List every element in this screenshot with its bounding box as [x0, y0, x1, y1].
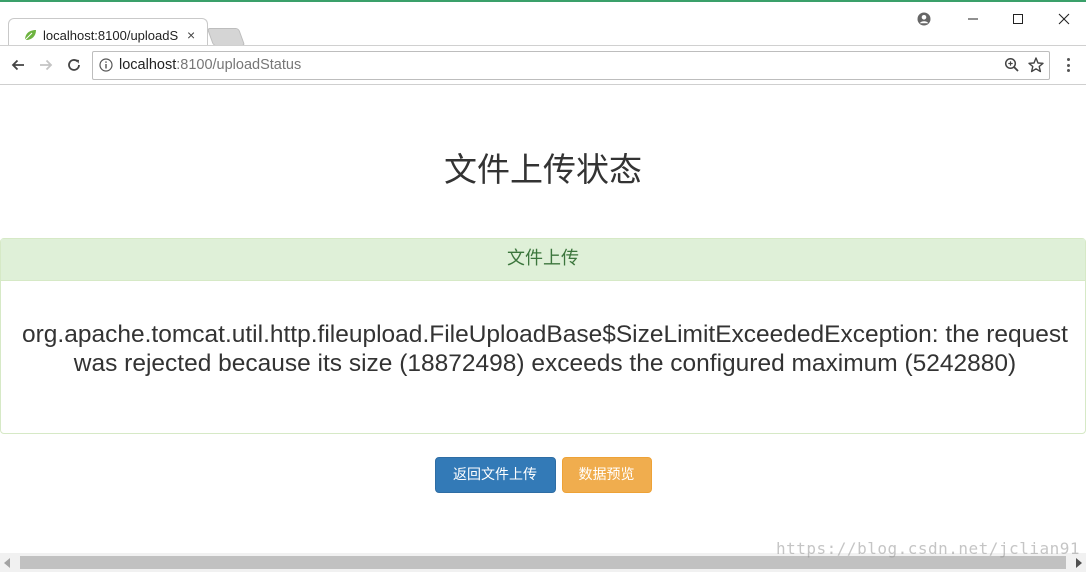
minimize-icon[interactable] — [962, 10, 984, 28]
back-to-upload-button[interactable]: 返回文件上传 — [434, 457, 556, 493]
upload-status-panel: 文件上传 org.apache.tomcat.util.http.fileupl… — [0, 238, 1086, 434]
zoom-icon[interactable] — [1003, 56, 1021, 74]
tab-title: localhost:8100/uploadS — [43, 27, 179, 43]
action-buttons: 返回文件上传 数据预览 — [0, 457, 1086, 493]
browser-menu-icon[interactable] — [1062, 56, 1074, 74]
watermark: https://blog.csdn.net/jclian91 — [776, 539, 1080, 558]
new-tab-button[interactable] — [206, 28, 246, 46]
scroll-right-icon[interactable] — [1076, 558, 1082, 568]
bookmark-star-icon[interactable] — [1027, 56, 1045, 74]
tab-close-icon[interactable]: × — [187, 27, 195, 43]
back-arrow-icon[interactable] — [8, 55, 28, 75]
leaf-icon — [24, 30, 36, 41]
data-preview-button[interactable]: 数据预览 — [561, 457, 652, 493]
maximize-icon[interactable] — [1007, 10, 1029, 28]
profile-icon[interactable] — [913, 10, 935, 28]
error-message: org.apache.tomcat.util.http.fileupload.F… — [22, 321, 1068, 377]
reload-icon[interactable] — [64, 55, 84, 75]
forward-arrow-icon[interactable] — [36, 55, 56, 75]
url-text: localhost:8100/uploadStatus — [119, 57, 301, 73]
page-title: 文件上传状态 — [444, 150, 642, 189]
close-window-icon[interactable] — [1053, 10, 1075, 28]
tab-strip: localhost:8100/uploadS × — [0, 2, 1086, 49]
address-bar[interactable]: localhost:8100/uploadStatus — [92, 51, 1050, 80]
url-host: localhost — [119, 57, 177, 73]
scroll-left-icon[interactable] — [4, 558, 10, 568]
info-icon[interactable] — [99, 58, 113, 72]
panel-heading: 文件上传 — [1, 239, 1085, 281]
browser-toolbar: localhost:8100/uploadStatus — [0, 46, 1086, 85]
url-path: :8100/uploadStatus — [176, 57, 302, 73]
